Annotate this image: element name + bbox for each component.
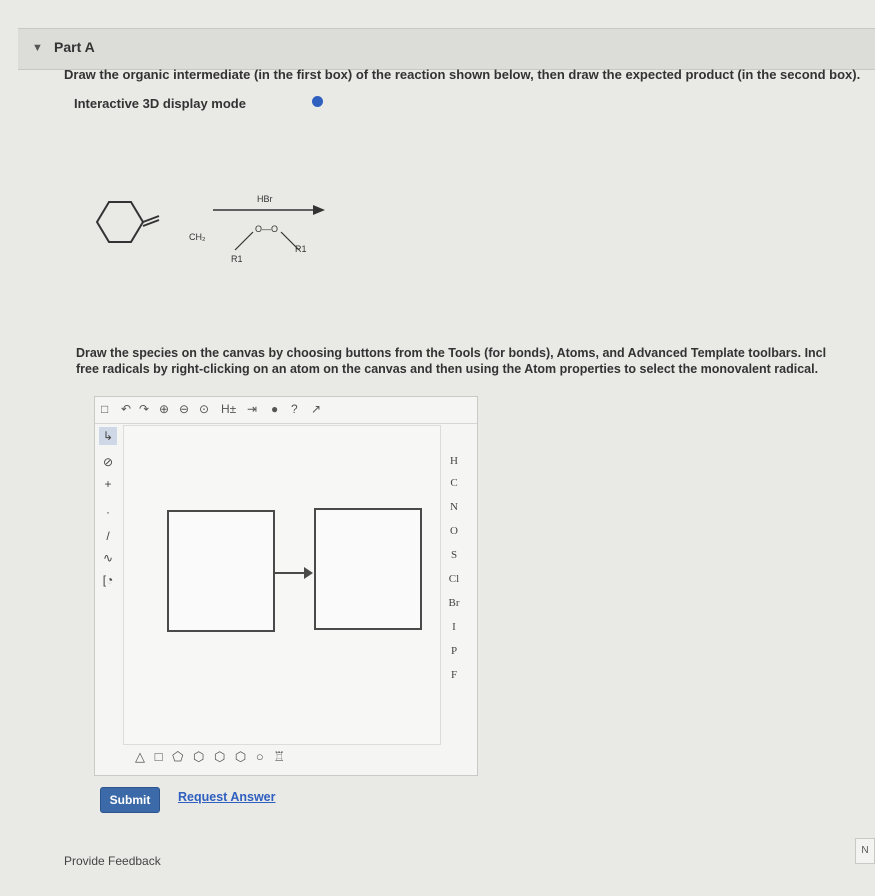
template-toolbar[interactable]: △ □ ⬠ ⬡ ⬡ ⬡ ○ ♖ [135, 749, 385, 769]
select-tool-icon[interactable]: ↳ [99, 427, 117, 445]
help-icon[interactable]: ? [291, 402, 298, 416]
drawing-canvas[interactable] [123, 425, 441, 745]
peroxide-bond-left [234, 231, 254, 251]
question-text: Draw the organic intermediate (in the fi… [64, 67, 861, 82]
atom-i[interactable]: I [439, 621, 469, 633]
info-icon[interactable] [312, 96, 323, 107]
cyclohexane-ring [95, 201, 145, 243]
display-mode-label: Interactive 3D display mode [74, 96, 246, 111]
reagent-hbr: HBr [257, 194, 273, 204]
top-toolbar: □ ↶ ↷ ⊕ ⊖ ⊙ H± ⇥ ● ? ↗ [95, 397, 477, 424]
part-header[interactable]: ▼ Part A [18, 28, 875, 70]
drawing-editor[interactable]: □ ↶ ↷ ⊕ ⊖ ⊙ H± ⇥ ● ? ↗ ↳ ⊘ + · / ∿ [◔ H … [94, 396, 478, 776]
reaction-arrowhead [313, 205, 325, 215]
provide-feedback-link[interactable]: Provide Feedback [64, 854, 161, 868]
atom-f[interactable]: F [439, 669, 469, 681]
bracket-tool-icon[interactable]: [◔ [99, 571, 117, 589]
charge-plus-tool-icon[interactable]: + [99, 475, 117, 493]
atoms-toolbar: H C N O S Cl Br I P F [439, 425, 469, 725]
3d-view-icon[interactable]: ● [271, 402, 278, 416]
part-title: Part A [54, 39, 95, 55]
hydrogen-toggle-icon[interactable]: H± [221, 402, 236, 416]
atom-o[interactable]: O [439, 525, 469, 537]
collapse-caret-icon[interactable]: ▼ [32, 42, 43, 54]
peroxide-r1-right: R1 [295, 244, 307, 254]
atom-s[interactable]: S [439, 549, 469, 561]
zoom-fit-icon[interactable]: ⊙ [199, 402, 209, 416]
atom-n[interactable]: N [439, 501, 469, 513]
chain-tool-icon[interactable]: ∿ [99, 549, 117, 567]
ch2-label: CH₂ [189, 232, 206, 242]
left-toolbar: ↳ ⊘ + · / ∿ [◔ [95, 423, 121, 613]
product-box[interactable] [314, 508, 422, 630]
box-arrowhead [304, 567, 313, 579]
radical-tool-icon[interactable]: · [99, 503, 117, 521]
peroxide-r1-left: R1 [231, 254, 243, 264]
atom-p[interactable]: P [439, 645, 469, 657]
instructions: Draw the species on the canvas by choosi… [76, 345, 875, 377]
atom-cl[interactable]: Cl [439, 573, 469, 585]
zoom-in-icon[interactable]: ⊕ [159, 402, 169, 416]
intermediate-box[interactable] [167, 510, 275, 632]
charge-icon[interactable]: ⇥ [247, 402, 257, 416]
instructions-line-1: Draw the species on the canvas by choosi… [76, 346, 827, 360]
expand-icon[interactable]: ↗ [311, 402, 321, 416]
atom-c[interactable]: C [439, 477, 469, 489]
eraser-tool-icon[interactable]: ⊘ [99, 453, 117, 471]
request-answer-link[interactable]: Request Answer [178, 790, 275, 804]
single-bond-tool-icon[interactable]: / [99, 527, 117, 545]
instructions-line-2: free radicals by right-clicking on an at… [76, 362, 819, 376]
atom-h[interactable]: H [439, 455, 469, 467]
zoom-out-icon[interactable]: ⊖ [179, 402, 189, 416]
redo-icon[interactable]: ↷ [139, 402, 149, 416]
reaction-scheme: CH₂ HBr O—O R1 R1 [85, 180, 345, 270]
undo-icon[interactable]: ↶ [121, 402, 131, 416]
reaction-svg: CH₂ HBr O—O R1 R1 [95, 194, 325, 264]
atom-br[interactable]: Br [439, 597, 469, 609]
next-button[interactable]: N [855, 838, 875, 864]
new-canvas-icon[interactable]: □ [101, 402, 108, 416]
submit-button[interactable]: Submit [100, 787, 160, 813]
peroxide-bridge: O—O [255, 224, 278, 234]
box-arrow-line [273, 572, 305, 574]
